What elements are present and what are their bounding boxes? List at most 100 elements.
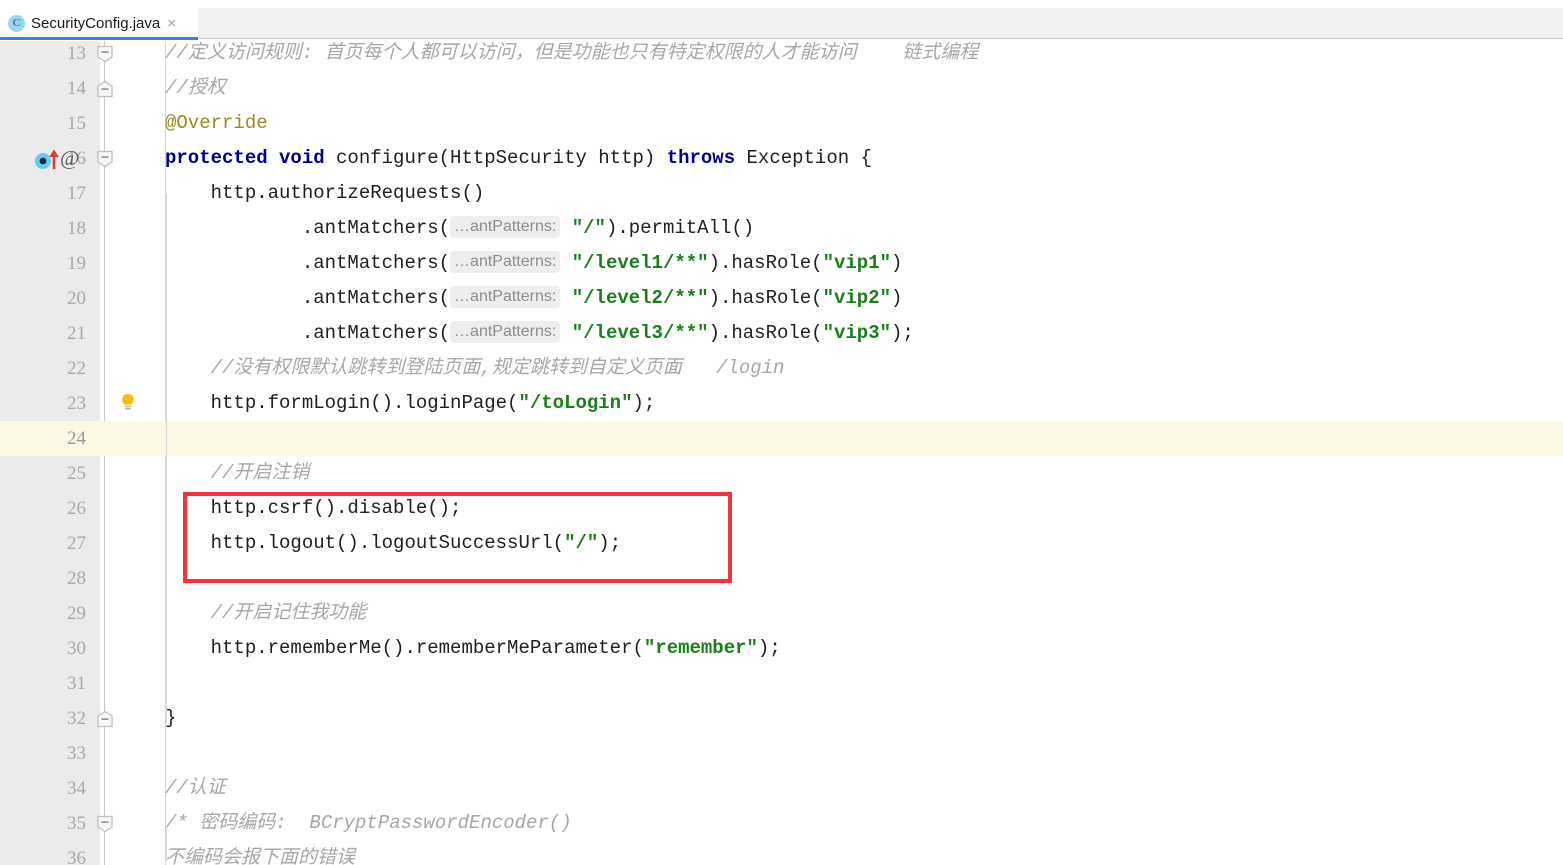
code-token: "/" <box>571 217 606 239</box>
code-token: Exception { <box>746 147 872 169</box>
line-number-24: 24 <box>67 428 86 449</box>
code-token: //定义访问规则: 首页每个人都可以访问，但是功能也只有特定权限的人才能访问 链… <box>165 42 979 64</box>
code-text-30: http.rememberMe().rememberMeParameter("r… <box>165 631 781 666</box>
lightbulb-icon[interactable] <box>120 393 136 413</box>
code-token: //开启记住我功能 <box>165 602 367 624</box>
code-line-35[interactable]: 35 /* 密码编码: BCryptPasswordEncoder() <box>0 806 1563 841</box>
code-line-22[interactable]: 22 //没有权限默认跳转到登陆页面,规定跳转到自定义页面 /login <box>0 351 1563 386</box>
code-line-20[interactable]: 20 .antMatchers(…antPatterns: "/level2/*… <box>0 281 1563 316</box>
code-line-34[interactable]: 34 //认证 <box>0 771 1563 806</box>
code-token: //授权 <box>165 77 226 99</box>
fold-marker-35[interactable] <box>96 815 114 833</box>
fold-marker-13[interactable] <box>96 45 114 63</box>
code-text-18: .antMatchers(…antPatterns: "/").permitAl… <box>165 211 754 246</box>
code-text-23: http.formLogin().loginPage("/toLogin"); <box>165 386 656 421</box>
code-token: "/" <box>564 532 599 554</box>
line-number-17: 17 <box>67 183 86 204</box>
code-token: .antMatchers( <box>165 322 451 344</box>
horizontal-scrollbar-track[interactable] <box>985 0 1563 8</box>
code-text-20: .antMatchers(…antPatterns: "/level2/**")… <box>165 281 902 316</box>
code-line-18[interactable]: 18 .antMatchers(…antPatterns: "/").permi… <box>0 211 1563 246</box>
line-number-19: 19 <box>67 253 86 274</box>
code-text-29: //开启记住我功能 <box>165 596 367 631</box>
code-line-33[interactable]: 33 <box>0 736 1563 771</box>
code-text-17: http.authorizeRequests() <box>165 176 485 211</box>
editor-tab-bar: C SecurityConfig.java × <box>0 8 1563 40</box>
code-line-19[interactable]: 19 .antMatchers(…antPatterns: "/level1/*… <box>0 246 1563 281</box>
code-line-29[interactable]: 29 //开启记住我功能 <box>0 596 1563 631</box>
line-number-18: 18 <box>67 218 86 239</box>
line-number-34: 34 <box>67 778 86 799</box>
code-token: ).hasRole( <box>708 252 823 274</box>
code-token: configure(HttpSecurity http) <box>336 147 667 169</box>
code-line-13[interactable]: 13 //定义访问规则: 首页每个人都可以访问，但是功能也只有特定权限的人才能访问… <box>0 41 1563 71</box>
parameter-hint: …antPatterns: <box>450 286 561 308</box>
code-line-30[interactable]: 30 http.rememberMe().rememberMeParameter… <box>0 631 1563 666</box>
code-text-19: .antMatchers(…antPatterns: "/level1/**")… <box>165 246 902 281</box>
code-token: throws <box>666 147 747 169</box>
code-token: .antMatchers( <box>165 217 451 239</box>
line-number-29: 29 <box>67 603 86 624</box>
code-text-21: .antMatchers(…antPatterns: "/level3/**")… <box>165 316 914 351</box>
code-line-25[interactable]: 25 //开启注销 <box>0 456 1563 491</box>
code-line-16[interactable]: 16 protected void configure(HttpSecurity … <box>0 141 1563 176</box>
code-line-27[interactable]: 27 http.logout().logoutSuccessUrl("/"); <box>0 526 1563 561</box>
code-token: ); <box>891 322 914 344</box>
line-number-30: 30 <box>67 638 86 659</box>
parameter-hint: …antPatterns: <box>450 251 561 273</box>
code-text-27: http.logout().logoutSuccessUrl("/"); <box>165 526 622 561</box>
code-token: protected void <box>165 147 337 169</box>
code-token: ).hasRole( <box>708 287 823 309</box>
code-token: @Override <box>165 112 268 134</box>
line-number-28: 28 <box>67 568 86 589</box>
code-text-25: //开启注销 <box>165 456 310 491</box>
code-token: 不编码会报下面的错误 <box>165 847 356 865</box>
fold-marker-32[interactable] <box>96 710 114 728</box>
code-token: ) <box>891 252 903 274</box>
code-line-28[interactable]: 28 <box>0 561 1563 596</box>
code-text-36: 不编码会报下面的错误 <box>165 841 355 865</box>
line-number-23: 23 <box>67 393 86 414</box>
code-line-31[interactable]: 31 <box>0 666 1563 701</box>
code-text-14: //授权 <box>165 71 226 106</box>
fold-marker-14[interactable] <box>96 80 114 98</box>
code-line-36[interactable]: 36 不编码会报下面的错误 <box>0 841 1563 865</box>
code-token: "/level3/**" <box>571 322 709 344</box>
code-token: ).hasRole( <box>708 322 823 344</box>
code-token: http.csrf().disable(); <box>165 497 462 519</box>
code-line-26[interactable]: 26 http.csrf().disable(); <box>0 491 1563 526</box>
close-icon[interactable]: × <box>167 16 176 31</box>
code-token: //认证 <box>165 777 226 799</box>
code-token: http.rememberMe().rememberMeParameter( <box>165 637 644 659</box>
code-text-22: //没有权限默认跳转到登陆页面,规定跳转到自定义页面 /login <box>165 351 785 386</box>
code-line-23[interactable]: 23 http.formLogin().loginPage("/toLogin"… <box>0 386 1563 421</box>
code-line-15[interactable]: 15 @Override <box>0 106 1563 141</box>
code-line-17[interactable]: 17 http.authorizeRequests() <box>0 176 1563 211</box>
tab-label: SecurityConfig.java <box>31 14 161 32</box>
annotation-icon[interactable]: @ <box>60 145 86 171</box>
code-line-21[interactable]: 21 .antMatchers(…antPatterns: "/level3/*… <box>0 316 1563 351</box>
code-text-35: /* 密码编码: BCryptPasswordEncoder() <box>165 806 572 841</box>
code-token: .antMatchers( <box>165 252 451 274</box>
indent-guide-class-body <box>166 826 167 861</box>
tab-securityconfig-java[interactable]: C SecurityConfig.java × <box>0 8 198 38</box>
code-line-14[interactable]: 14 //授权 <box>0 71 1563 106</box>
code-token: "vip2" <box>822 287 892 309</box>
code-token: ).permitAll() <box>605 217 755 239</box>
parameter-hint: …antPatterns: <box>450 321 561 343</box>
code-line-32[interactable]: 32} <box>0 701 1563 736</box>
code-token: http.formLogin().loginPage( <box>165 392 519 414</box>
code-token: .antMatchers( <box>165 287 451 309</box>
code-token: http.logout().logoutSuccessUrl( <box>165 532 565 554</box>
fold-marker-16[interactable] <box>96 150 114 168</box>
line-number-22: 22 <box>67 358 86 379</box>
code-editor[interactable]: 13 //定义访问规则: 首页每个人都可以访问，但是功能也只有特定权限的人才能访问… <box>0 41 1563 865</box>
code-token: ); <box>632 392 656 414</box>
code-token: http.authorizeRequests() <box>165 182 485 204</box>
code-token: //没有权限默认跳转到登陆页面,规定跳转到自定义页面 /login <box>165 357 785 379</box>
line-number-14: 14 <box>67 78 86 99</box>
code-line-24[interactable]: 24 <box>0 421 1563 456</box>
